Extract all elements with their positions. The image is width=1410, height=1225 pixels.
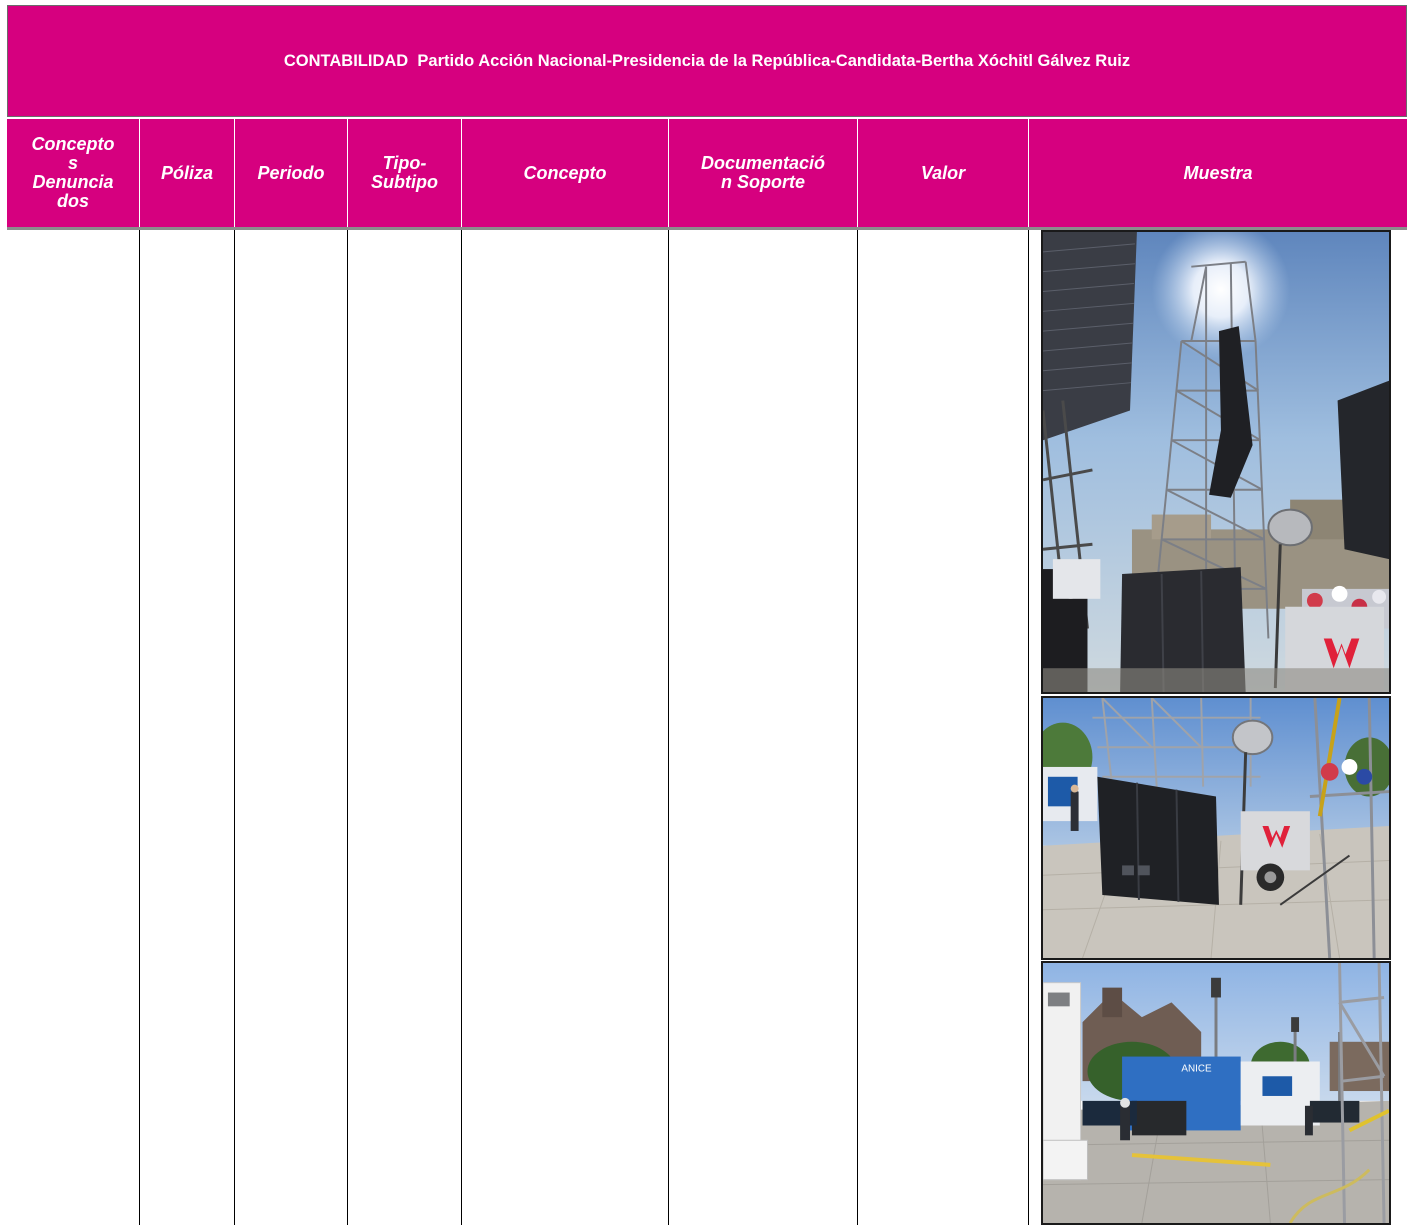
header-line: dos	[56, 191, 89, 211]
photo-stage-truss-speaker-tower	[1041, 230, 1391, 694]
header-poliza: Póliza	[140, 119, 234, 227]
cell-divider	[857, 230, 858, 1225]
header-line: Subtipo	[371, 172, 438, 192]
header-line: Valor	[920, 162, 966, 183]
header-line: Denuncia	[32, 172, 114, 192]
header-divider	[1028, 119, 1029, 227]
header-line: Tipo-	[382, 153, 427, 173]
header-line: Periodo	[257, 162, 325, 183]
header-periodo: Periodo	[235, 119, 347, 227]
header-line: Muestra	[1183, 162, 1253, 183]
header-concepto: Concepto	[462, 119, 668, 227]
cell-divider	[668, 230, 669, 1225]
cell-divider	[1028, 230, 1029, 1225]
header-documentacion-soporte: Documentació n Soporte	[669, 119, 857, 227]
cell-divider	[139, 230, 140, 1225]
header-line: s	[67, 153, 78, 173]
header-divider	[461, 119, 462, 227]
cell-divider	[234, 230, 235, 1225]
header-valor: Valor	[858, 119, 1028, 227]
document-title: CONTABILIDAD Partido Acción Nacional-Pre…	[283, 51, 1131, 70]
header-divider	[347, 119, 348, 227]
header-line: n Soporte	[721, 172, 805, 192]
truck-signage-text: ANICE	[1181, 1063, 1212, 1074]
header-tipo-subtipo: Tipo- Subtipo	[348, 119, 461, 227]
cell-divider	[347, 230, 348, 1225]
title-banner: CONTABILIDAD Partido Acción Nacional-Pre…	[7, 5, 1407, 117]
header-line: Concepto	[31, 134, 115, 154]
header-muestra: Muestra	[1029, 119, 1407, 227]
cell-divider	[461, 230, 462, 1225]
photo-production-trucks-plaza: ANICE	[1041, 961, 1391, 1225]
header-divider	[234, 119, 235, 227]
header-divider	[668, 119, 669, 227]
header-divider	[139, 119, 140, 227]
header-line: Póliza	[160, 162, 213, 183]
header-divider	[857, 119, 858, 227]
header-line: Documentació	[700, 153, 826, 173]
header-conceptos-denunciados: Concepto s Denuncia dos	[7, 119, 139, 227]
photo-speaker-stack-light-tower	[1041, 696, 1391, 960]
header-line: Concepto	[523, 162, 607, 183]
